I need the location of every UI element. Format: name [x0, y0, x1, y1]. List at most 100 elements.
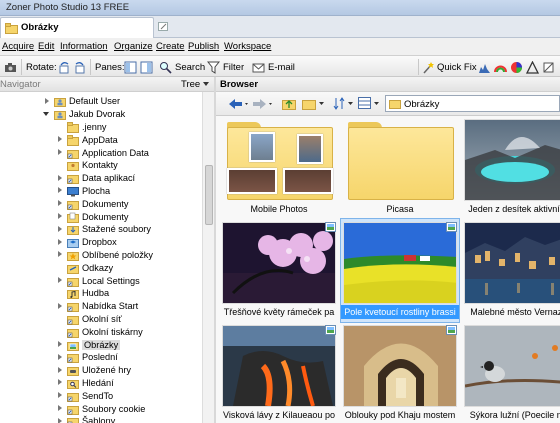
color-button[interactable]: [510, 60, 523, 74]
tree-item-label: Default User: [69, 96, 121, 107]
rotate-right-button[interactable]: [73, 60, 86, 74]
tree-expand-icon: [55, 161, 64, 170]
tree-expand-icon[interactable]: [55, 366, 64, 375]
image-thumbnail[interactable]: Sýkora lužní (Poecile mor: [462, 322, 560, 423]
tree-item-label: Okolní síť: [82, 313, 122, 324]
photo-preview: [222, 325, 336, 407]
menu-organize[interactable]: Organize: [114, 41, 153, 52]
scrollbar-thumb[interactable]: [205, 165, 213, 225]
tree-item[interactable]: Dokumenty: [55, 210, 128, 223]
rotate-left-button[interactable]: [58, 60, 71, 74]
menu-information[interactable]: Information: [60, 41, 108, 52]
tree-item[interactable]: Odkazy: [55, 261, 113, 274]
sort-icon[interactable]: [333, 97, 357, 110]
tree-item[interactable]: Hudba: [55, 287, 109, 300]
tree-expand-icon[interactable]: [55, 186, 64, 195]
tree-item[interactable]: Jakub Dvorak: [42, 108, 125, 121]
tree-item[interactable]: Šablony: [55, 415, 115, 423]
new-tab-icon[interactable]: [158, 22, 169, 32]
tree-expand-icon[interactable]: [55, 135, 64, 144]
forward-button[interactable]: [252, 98, 274, 110]
menu-workspace[interactable]: Workspace: [224, 41, 271, 52]
image-badge-icon: [325, 222, 336, 232]
image-thumbnail[interactable]: Jeden z desítek aktivní vul: [462, 116, 560, 219]
pane-layout-2-button[interactable]: [140, 60, 153, 74]
tree-expand-icon[interactable]: [55, 212, 64, 221]
navigator-view-dropdown[interactable]: Tree: [181, 79, 200, 90]
image-thumbnail[interactable]: Pole kvetoucí rostliny brassi: [340, 218, 460, 323]
image-thumbnail[interactable]: Malebné město Vernazza: [462, 219, 560, 322]
image-thumbnail[interactable]: Visková lávy z Kilaueaou po: [220, 322, 338, 423]
tree-expand-icon[interactable]: [55, 391, 64, 400]
tree-item[interactable]: Plocha: [55, 185, 110, 198]
tree-item[interactable]: Poslední: [55, 351, 118, 364]
image-thumbnail[interactable]: Oblouky pod Khaju mostem: [341, 322, 459, 423]
image-thumbnail[interactable]: Třešňové květy rámeček pa: [220, 219, 338, 322]
camera-button[interactable]: [4, 60, 17, 74]
tree-expand-icon[interactable]: [55, 353, 64, 362]
camera-icon: [5, 62, 16, 72]
tree-item[interactable]: Okolní síť: [55, 313, 122, 326]
search-button[interactable]: Search: [159, 60, 205, 74]
tree-expand-icon[interactable]: [55, 276, 64, 285]
tree-expand-icon[interactable]: [55, 199, 64, 208]
tree-expand-icon[interactable]: [55, 250, 64, 259]
tree-item[interactable]: Oblíbené položky: [55, 249, 153, 262]
tree-item[interactable]: Application Data: [55, 146, 149, 159]
navigator-tree[interactable]: Default User Jakub Dvorak .jenny AppData App…: [0, 92, 202, 423]
triangle-icon: [526, 60, 539, 74]
sharpen-button[interactable]: [526, 60, 539, 74]
tree-item[interactable]: SendTo: [55, 389, 113, 402]
tree-expand-icon[interactable]: [55, 417, 64, 423]
quick-fix-button[interactable]: Quick Fix: [422, 60, 477, 74]
tree-item[interactable]: Uložené hry: [55, 364, 131, 377]
back-button[interactable]: [228, 98, 250, 110]
folder-up-icon[interactable]: [282, 97, 296, 110]
folder-thumbnail[interactable]: Mobile Photos: [220, 116, 338, 219]
tree-expand-icon[interactable]: [55, 378, 64, 387]
favorites-folder-icon: [67, 250, 79, 261]
levels-button[interactable]: [478, 60, 491, 74]
menu-edit[interactable]: Edit: [38, 41, 54, 52]
more-tools-button[interactable]: [542, 60, 555, 74]
tree-expand-icon[interactable]: [42, 97, 51, 106]
path-bar[interactable]: Obrázky: [385, 95, 560, 112]
tree-expand-icon[interactable]: [55, 238, 64, 247]
menu-acquire[interactable]: Acquire: [2, 41, 34, 52]
tree-item[interactable]: Default User: [42, 95, 120, 108]
folder-thumbnail[interactable]: Picasa: [341, 116, 459, 219]
tree-expand-icon[interactable]: [55, 340, 64, 349]
color-balance-button[interactable]: [494, 60, 507, 74]
folder-options-icon[interactable]: [302, 97, 326, 110]
tree-item[interactable]: Obrázky: [55, 338, 121, 351]
tree-expand-icon[interactable]: [55, 174, 64, 183]
pane-layout-1-button[interactable]: [124, 60, 137, 74]
chevron-down-icon[interactable]: [203, 82, 209, 86]
tree-expand-icon[interactable]: [55, 225, 64, 234]
tree-collapse-icon[interactable]: [42, 110, 51, 119]
tree-item[interactable]: Kontakty: [55, 159, 118, 172]
tree-item[interactable]: Okolní tiskárny: [55, 325, 143, 338]
filter-button[interactable]: Filter: [207, 60, 244, 74]
menu-create[interactable]: Create: [156, 41, 185, 52]
tree-item[interactable]: Dokumenty: [55, 197, 128, 210]
tree-item[interactable]: Soubory cookie: [55, 402, 145, 415]
tree-item[interactable]: Data aplikací: [55, 172, 135, 185]
tree-expand-icon[interactable]: [55, 148, 64, 157]
tree-item-label: Okolní tiskárny: [82, 326, 143, 337]
tree-expand-icon[interactable]: [55, 404, 64, 413]
tree-expand-icon[interactable]: [55, 302, 64, 311]
tree-item[interactable]: Local Settings: [55, 274, 140, 287]
tree-item[interactable]: Dropbox: [55, 236, 117, 249]
navigator-scrollbar[interactable]: [202, 92, 214, 423]
view-mode-icon[interactable]: [358, 97, 382, 110]
tree-item[interactable]: Nabídka Start: [55, 300, 138, 313]
tab-obrazky[interactable]: Obrázky: [0, 17, 154, 38]
tree-item[interactable]: .jenny: [55, 121, 107, 134]
email-button[interactable]: E-mail: [252, 60, 295, 74]
shortcut-folder-icon: [67, 173, 79, 185]
tree-item[interactable]: Hledání: [55, 377, 114, 390]
tree-item[interactable]: AppData: [55, 133, 118, 146]
menu-publish[interactable]: Publish: [188, 41, 219, 52]
tree-item[interactable]: Stažené soubory: [55, 223, 151, 236]
